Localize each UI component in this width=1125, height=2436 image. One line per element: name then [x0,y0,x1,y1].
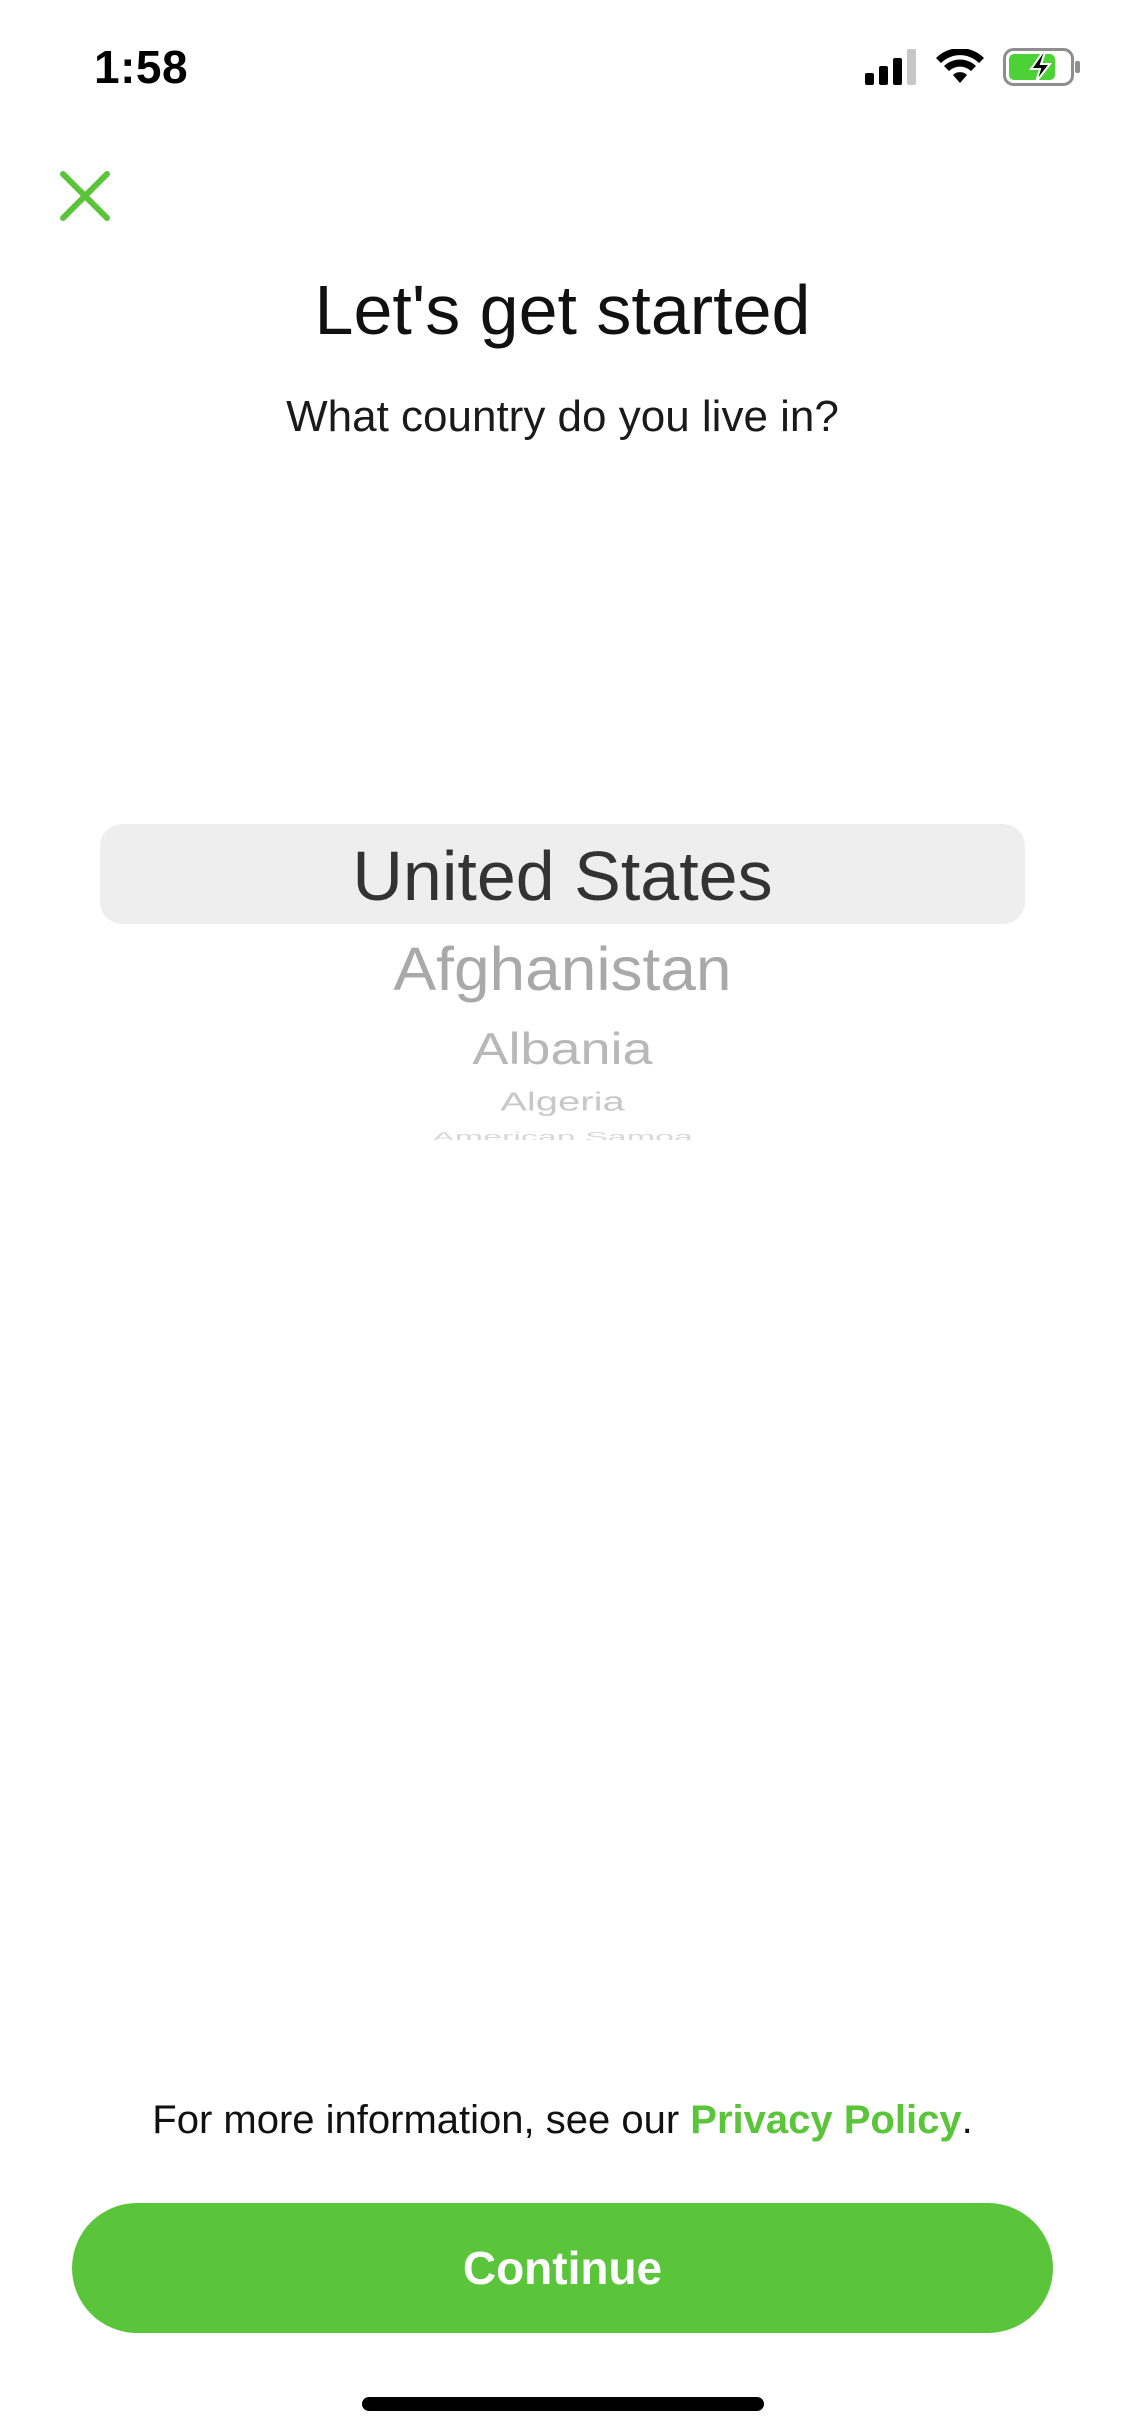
page-title: Let's get started [314,271,811,349]
privacy-prefix: For more information, see our [152,2098,691,2142]
picker-option[interactable]: American Samoa [0,1130,1125,1140]
country-picker[interactable]: United States Afghanistan Albania Algeri… [0,760,1125,1140]
picker-option[interactable]: Albania [0,1024,1125,1075]
page-subtitle: What country do you live in? [286,392,839,441]
status-icons [865,48,1081,91]
home-indicator[interactable] [362,2397,764,2411]
status-bar: 1:58 [0,0,1125,132]
privacy-policy-link[interactable]: Privacy Policy [690,2098,961,2142]
privacy-suffix: . [961,2098,973,2142]
close-button[interactable] [55,168,115,228]
picker-option[interactable]: Algeria [0,1088,1125,1117]
picker-option-selected[interactable]: United States [0,836,1125,916]
battery-charging-icon [1003,48,1081,91]
close-icon [57,168,113,229]
continue-button[interactable]: Continue [72,2203,1053,2333]
wifi-icon [935,48,985,90]
continue-label: Continue [462,2242,663,2294]
cellular-signal-icon [865,49,917,90]
status-time: 1:58 [94,41,189,93]
privacy-notice: For more information, see our Privacy Po… [0,2098,1125,2143]
picker-option[interactable]: Afghanistan [0,934,1125,1004]
